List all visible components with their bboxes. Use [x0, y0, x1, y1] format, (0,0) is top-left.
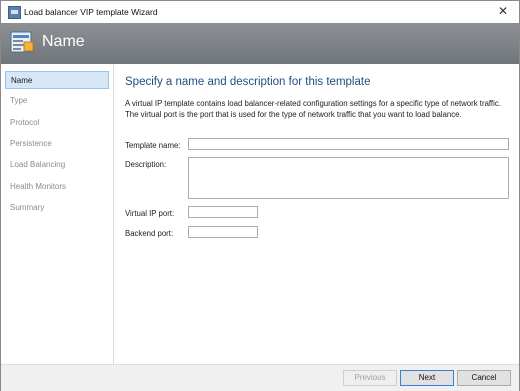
template-name-input[interactable] — [188, 138, 509, 150]
nav-step-health-monitors[interactable]: Health Monitors — [5, 178, 109, 196]
page-banner: Name — [1, 23, 519, 64]
wizard-window: Load balancer VIP template Wizard ✕ Name… — [0, 0, 520, 391]
virtual-ip-port-input[interactable] — [188, 206, 258, 218]
title-bar: Load balancer VIP template Wizard ✕ — [1, 1, 519, 23]
previous-button[interactable]: Previous — [343, 370, 397, 386]
virtual-ip-port-label: Virtual IP port: — [125, 209, 175, 218]
wizard-steps-nav: Name Type Protocol Persistence Load Bala… — [1, 64, 114, 364]
nav-step-persistence[interactable]: Persistence — [5, 135, 109, 153]
close-icon[interactable]: ✕ — [495, 4, 511, 19]
window-title: Load balancer VIP template Wizard — [24, 7, 158, 17]
nav-step-type[interactable]: Type — [5, 92, 109, 110]
nav-step-load-balancing[interactable]: Load Balancing — [5, 156, 109, 174]
next-button[interactable]: Next — [400, 370, 454, 386]
description-textarea[interactable] — [188, 157, 509, 199]
description-label: Description: — [125, 160, 167, 169]
nav-step-name[interactable]: Name — [5, 71, 109, 89]
section-heading: Specify a name and description for this … — [125, 76, 371, 88]
cancel-button[interactable]: Cancel — [457, 370, 511, 386]
app-icon — [8, 6, 21, 19]
wizard-footer: Previous Next Cancel — [1, 364, 519, 391]
template-wizard-icon — [10, 31, 34, 53]
backend-port-label: Backend port: — [125, 229, 174, 238]
page-title: Name — [42, 33, 85, 50]
nav-step-protocol[interactable]: Protocol — [5, 114, 109, 132]
template-name-label: Template name: — [125, 141, 181, 150]
nav-step-summary[interactable]: Summary — [5, 199, 109, 217]
section-description: A virtual IP template contains load bala… — [125, 99, 501, 119]
backend-port-input[interactable] — [188, 226, 258, 238]
